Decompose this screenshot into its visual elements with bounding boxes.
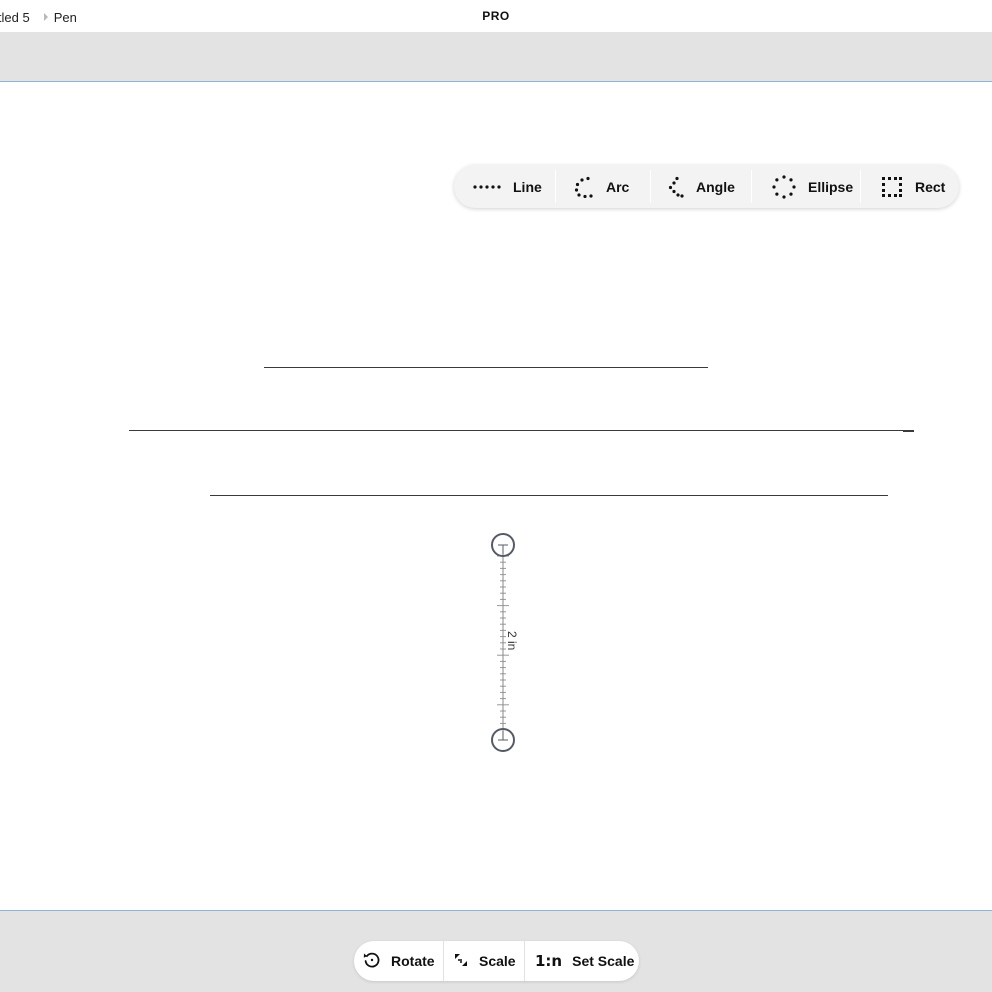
dotted-arc-icon [574,176,594,198]
top-toolbar [0,32,992,82]
drawn-line[interactable] [210,495,888,496]
divider [524,941,525,981]
pro-badge[interactable]: PRO [0,9,992,23]
rotate-icon [363,951,381,972]
angle-tool-label: Angle [696,178,735,195]
set-scale-label: Set Scale [572,953,635,969]
ruler-start-handle[interactable] [491,533,515,557]
line-tool-button[interactable]: Line [473,165,542,208]
rotate-button[interactable]: Rotate [363,941,435,981]
divider [443,941,444,981]
scale-label: Scale [479,953,516,969]
rect-tool-label: Rect [915,178,946,195]
set-scale-button[interactable]: 1:n Set Scale [535,941,634,981]
drawn-line[interactable] [264,367,708,368]
divider [555,170,556,203]
drawn-line[interactable] [903,430,914,432]
scale-icon [453,952,469,971]
line-tool-label: Line [513,178,542,195]
ellipse-tool-label: Ellipse [808,178,854,195]
rotate-label: Rotate [391,953,435,969]
dotted-rect-icon [881,176,903,198]
arc-tool-label: Arc [606,178,630,195]
scale-button[interactable]: Scale [453,941,516,981]
drawn-line[interactable] [129,430,903,431]
title-bar: itled 5 Pen PRO [0,0,992,32]
dotted-ellipse-icon [772,174,796,199]
divider [860,170,861,203]
arc-tool-button[interactable]: Arc [574,165,629,208]
divider [751,170,752,203]
shape-tools-bar: Line Arc Angle Ellipse Rect [454,165,959,208]
ruler[interactable]: 2 in [478,530,528,760]
ratio-icon: 1:n [535,952,563,970]
ellipse-tool-button[interactable]: Ellipse [772,165,853,208]
rect-tool-button[interactable]: Rect [881,165,945,208]
angle-tool-button[interactable]: Angle [668,165,735,208]
ruler-measurement-label: 2 in [505,631,519,650]
divider [650,170,651,203]
dotted-angle-icon [668,176,684,198]
action-bar: Rotate Scale 1:n Set Scale [354,941,639,981]
ruler-end-handle[interactable] [491,728,515,752]
dotted-line-icon [473,183,501,191]
